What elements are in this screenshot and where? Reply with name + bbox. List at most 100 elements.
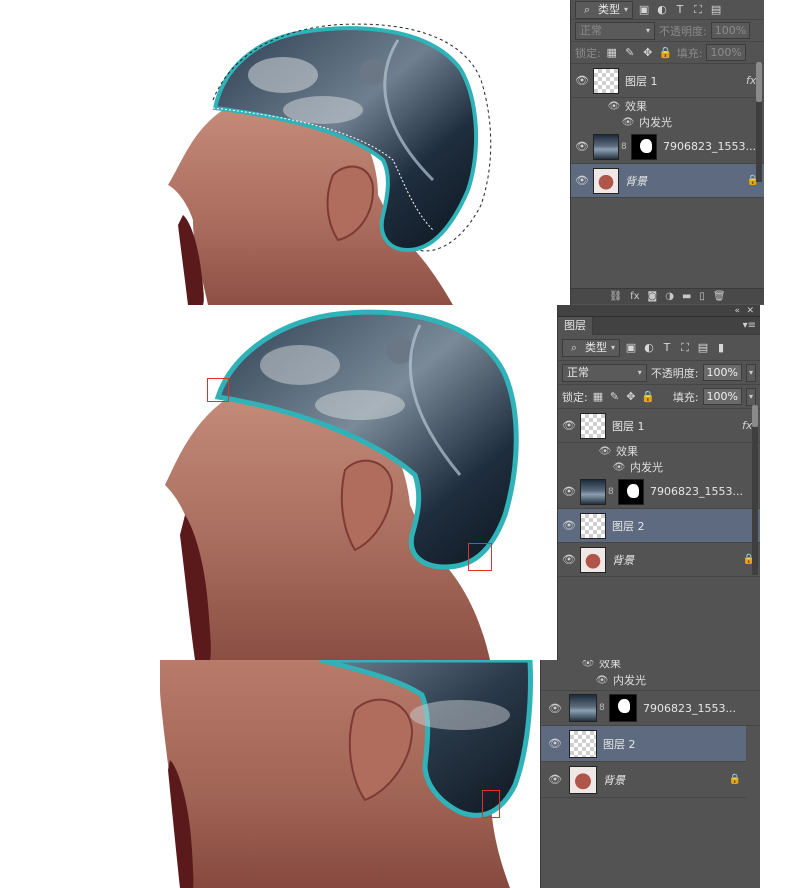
effect-item-row[interactable]: 👁 内发光 — [541, 670, 760, 690]
adjustment-filter-icon[interactable]: ◐ — [642, 341, 656, 355]
opacity-field[interactable]: 100% — [702, 364, 742, 381]
layer-row[interactable]: 👁 图层 2 — [541, 726, 746, 762]
lock-icon[interactable]: 🔒 — [724, 774, 746, 785]
smart-object-filter-icon[interactable]: ▤ — [696, 341, 710, 355]
eye-icon[interactable]: 👁 — [612, 462, 626, 473]
effects-label: 效果 — [616, 445, 638, 458]
eye-icon[interactable]: 👁 — [581, 660, 595, 669]
adjustment-filter-icon[interactable]: ◐ — [655, 3, 669, 17]
layer-row[interactable]: 👁 图层 2 — [558, 509, 760, 543]
tab-layers[interactable]: 图层 — [558, 317, 593, 335]
eye-icon[interactable]: 👁 — [541, 773, 569, 786]
link-layers-icon[interactable]: ⛓ — [609, 291, 622, 302]
layer-row[interactable]: 👁 背景 🔒 — [541, 762, 746, 798]
filter-kind-select[interactable]: ⌕ 类型 ▾ — [562, 338, 620, 357]
lock-icon[interactable]: 🔒 — [659, 46, 673, 60]
trash-icon[interactable]: 🗑 — [713, 291, 726, 302]
annotation-marker — [468, 543, 492, 571]
image-filter-icon[interactable]: ▣ — [637, 3, 651, 17]
layer-row[interactable]: 👁 背景 🔒 — [558, 543, 760, 577]
link-icon[interactable]: 8 — [621, 142, 631, 152]
lock-label: 锁定: — [575, 46, 601, 60]
lock-move-icon[interactable]: ✥ — [641, 46, 655, 60]
eye-icon[interactable]: 👁 — [558, 419, 580, 432]
group-icon[interactable]: ▬ — [682, 291, 691, 302]
layer-mask-thumbnail[interactable] — [609, 694, 637, 722]
eye-icon[interactable]: 👁 — [571, 140, 593, 153]
layer-thumbnail — [569, 729, 597, 758]
scrollbar-thumb[interactable] — [752, 405, 758, 427]
lock-label: 锁定: — [562, 390, 588, 404]
eye-icon[interactable]: 👁 — [571, 174, 593, 187]
blend-mode-select[interactable]: 正常 ▾ — [575, 21, 655, 40]
scrollbar-thumb[interactable] — [756, 62, 762, 102]
layer-thumbnail — [593, 67, 619, 94]
link-icon[interactable]: 8 — [608, 487, 618, 497]
shape-filter-icon[interactable]: ⛶ — [678, 341, 692, 355]
opacity-slider-toggle[interactable]: ▾ — [745, 363, 756, 382]
lock-icon[interactable]: 🔒 — [641, 390, 655, 404]
layer-row[interactable]: 👁 背景 🔒 — [571, 164, 764, 198]
adjustment-layer-icon[interactable]: ◑ — [665, 291, 674, 302]
lock-paint-icon[interactable]: ✎ — [623, 46, 637, 60]
lock-transparent-icon[interactable]: ▦ — [605, 46, 619, 60]
eye-icon[interactable]: 👁 — [571, 74, 593, 87]
layer-row[interactable]: 👁 8 7906823_1553... — [541, 690, 760, 726]
effects-label: 效果 — [599, 660, 621, 670]
layer-row[interactable]: 👁 8 7906823_1553... — [571, 130, 764, 164]
fill-slider-toggle[interactable]: ▾ — [746, 387, 757, 406]
shape-filter-icon[interactable]: ⛶ — [691, 3, 705, 17]
layer-row[interactable]: 👁 8 7906823_1553... — [558, 475, 760, 509]
collapse-icon[interactable]: « — [734, 305, 740, 317]
fx-icon[interactable]: fx — [630, 291, 639, 302]
filter-toggle-icon[interactable]: ▮ — [714, 341, 728, 355]
new-layer-icon[interactable]: ▯ — [699, 291, 705, 302]
filter-kind-select[interactable]: ⌕ 类型 ▾ — [575, 0, 634, 19]
layers-panel-2: « ✕ 图层 ▾≡ ⌕ 类型 ▾ ▣ ◐ T ⛶ ▤ ▮ 正常 ▾ 不透明度: … — [557, 305, 760, 660]
blend-mode-select[interactable]: 正常 ▾ — [562, 363, 647, 382]
type-filter-icon[interactable]: T — [673, 3, 687, 17]
eye-icon[interactable]: 👁 — [621, 117, 635, 128]
image-filter-icon[interactable]: ▣ — [624, 341, 638, 355]
add-mask-icon[interactable]: ◙ — [648, 291, 658, 302]
fill-field[interactable]: 100% — [702, 388, 742, 405]
fill-field[interactable]: 100% — [706, 44, 746, 61]
layer-name: 7906823_1553... — [650, 485, 743, 498]
eye-icon[interactable]: 👁 — [541, 737, 569, 750]
layer-thumbnail — [580, 512, 606, 539]
eye-icon[interactable]: 👁 — [607, 101, 621, 112]
search-icon: ⌕ — [570, 340, 578, 354]
effect-item-row[interactable]: 👁 内发光 — [558, 459, 760, 475]
fill-label: 填充: — [676, 46, 703, 60]
lock-transparent-icon[interactable]: ▦ — [592, 390, 604, 404]
layer-name: 图层 2 — [612, 519, 645, 533]
panel-menu-icon[interactable]: ▾≡ — [743, 320, 756, 331]
eye-icon[interactable]: 👁 — [558, 485, 580, 498]
fill-label: 填充: — [672, 390, 699, 404]
layer-mask-thumbnail[interactable] — [618, 478, 644, 505]
close-icon[interactable]: ✕ — [746, 305, 754, 317]
layer-row[interactable]: 👁 图层 1 fx — [571, 64, 764, 98]
lock-paint-icon[interactable]: ✎ — [608, 390, 620, 404]
eye-icon[interactable]: 👁 — [541, 702, 569, 715]
eye-icon[interactable]: 👁 — [558, 519, 580, 532]
eye-icon[interactable]: 👁 — [598, 446, 612, 457]
layer-thumbnail — [569, 765, 597, 794]
opacity-field[interactable]: 100% — [710, 22, 751, 39]
eye-icon[interactable]: 👁 — [595, 675, 609, 686]
lock-move-icon[interactable]: ✥ — [625, 390, 637, 404]
layer-row[interactable]: 👁 图层 1 fx — [558, 409, 760, 443]
layer-name: 背景 — [625, 174, 647, 188]
layers-scrollbar[interactable] — [756, 62, 762, 182]
eye-icon[interactable]: 👁 — [558, 553, 580, 566]
type-filter-icon[interactable]: T — [660, 341, 674, 355]
smart-object-filter-icon[interactable]: ▤ — [709, 3, 723, 17]
effects-row: 👁 效果 — [541, 660, 760, 670]
layer-mask-thumbnail[interactable] — [631, 133, 657, 160]
layer-name: 背景 — [603, 773, 625, 787]
layer-name: 图层 2 — [603, 737, 636, 751]
layers-scrollbar[interactable] — [752, 405, 758, 575]
effect-item-row[interactable]: 👁 内发光 — [571, 114, 764, 130]
link-icon[interactable]: 8 — [599, 703, 609, 713]
blend-row: 正常 ▾ 不透明度: 100% ▾ — [558, 361, 760, 385]
